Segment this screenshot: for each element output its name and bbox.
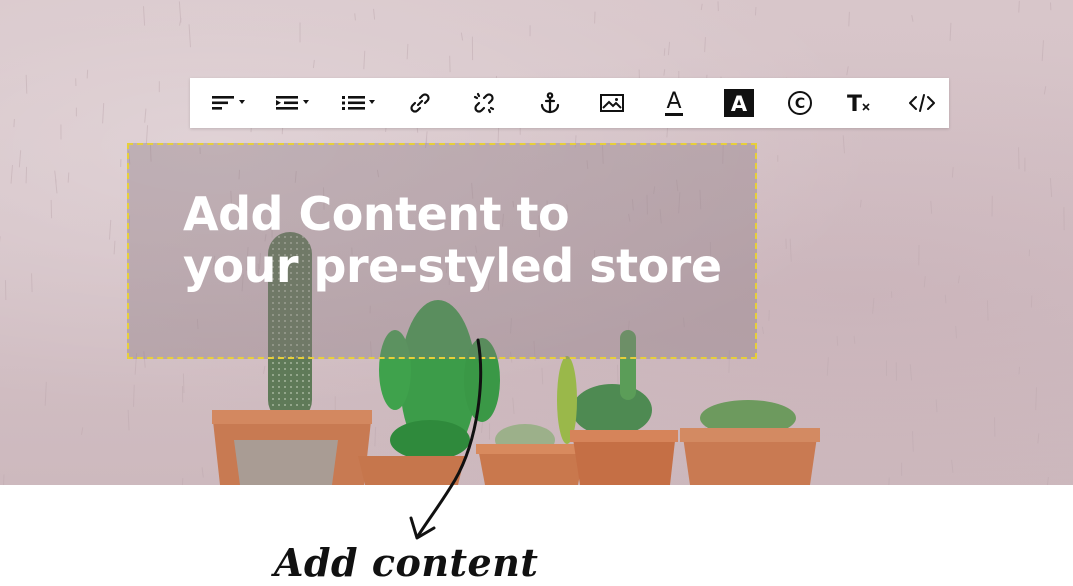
headline-line-2: your pre-styled store [183, 239, 722, 293]
chevron-down-icon [302, 100, 309, 104]
svg-text:C: C [795, 96, 805, 112]
source-code-icon [909, 94, 935, 112]
svg-text:T: T [847, 92, 862, 114]
indent-button[interactable] [270, 78, 314, 128]
text-color-icon: A [665, 89, 683, 116]
unlink-button[interactable] [466, 78, 502, 128]
special-character-button[interactable]: C [782, 78, 818, 128]
chevron-down-icon [238, 100, 245, 104]
text-color-button[interactable]: A [656, 78, 692, 128]
image-button[interactable] [594, 78, 630, 128]
anchor-icon [540, 92, 560, 114]
link-button[interactable] [402, 78, 438, 128]
align-icon [211, 96, 234, 110]
align-button[interactable] [206, 78, 250, 128]
list-icon [341, 96, 365, 110]
source-code-button[interactable] [904, 78, 940, 128]
annotation-caption: Add content [274, 540, 539, 585]
svg-text:A: A [666, 89, 681, 114]
background-color-button[interactable]: A [720, 78, 758, 128]
hero-banner: Add Content to your pre-styled store A A… [0, 0, 1073, 485]
copyright-icon: C [788, 91, 812, 115]
background-color-icon: A [724, 89, 754, 117]
unlink-icon [473, 92, 495, 114]
clear-formatting-button[interactable]: T [842, 78, 878, 128]
hero-headline[interactable]: Add Content to your pre-styled store [183, 188, 743, 292]
link-icon [410, 93, 430, 113]
list-button[interactable] [336, 78, 380, 128]
editor-toolbar: A A C T [190, 78, 949, 128]
anchor-button[interactable] [532, 78, 568, 128]
chevron-down-icon [368, 100, 375, 104]
clear-format-icon: T [847, 92, 870, 114]
image-icon [600, 94, 624, 112]
headline-line-1: Add Content to [183, 187, 570, 241]
indent-icon [275, 96, 298, 110]
svg-text:A: A [731, 92, 748, 116]
